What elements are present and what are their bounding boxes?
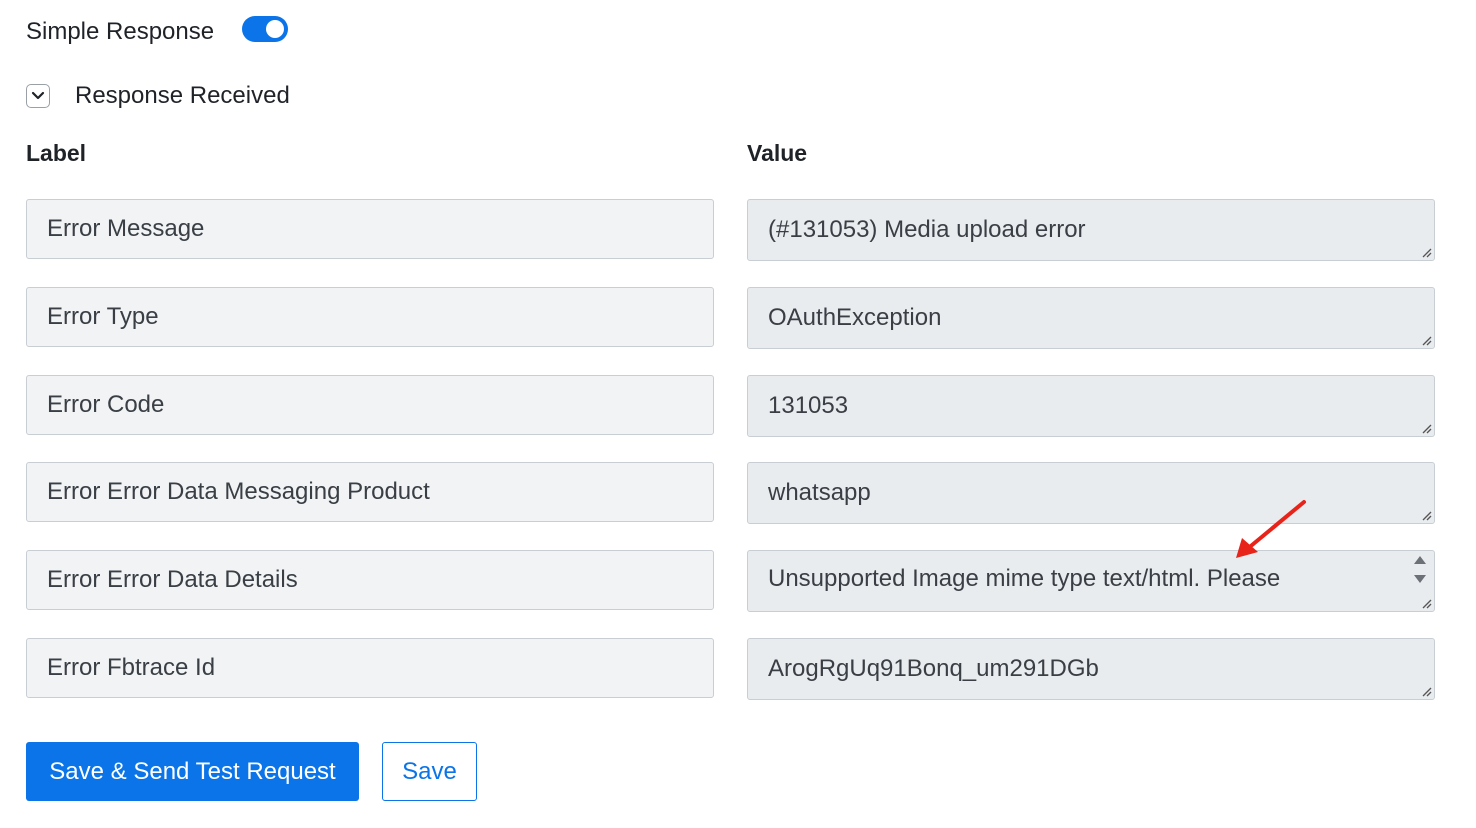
row-label-error-details[interactable]: Error Error Data Details [26,550,714,610]
row-label-error-type[interactable]: Error Type [26,287,714,347]
resize-handle-icon[interactable] [1420,246,1432,258]
row-label-messaging-product[interactable]: Error Error Data Messaging Product [26,462,714,522]
value-column-header: Value [747,140,808,166]
row-value-error-type[interactable]: OAuthException [747,287,1435,349]
red-arrow-icon [1236,500,1306,558]
response-received-header[interactable]: Response Received [26,80,290,112]
resize-handle-icon[interactable] [1420,334,1432,346]
resize-handle-icon[interactable] [1420,685,1432,697]
row-label-error-message[interactable]: Error Message [26,199,714,259]
row-value-text: ArogRgUq91Bonq_um291DGb [768,655,1099,682]
row-label-error-code[interactable]: Error Code [26,375,714,435]
row-value-fbtrace-id[interactable]: ArogRgUq91Bonq_um291DGb [747,638,1435,700]
row-value-text: OAuthException [768,304,942,331]
resize-handle-icon[interactable] [1420,509,1432,521]
row-label-text: Error Error Data Messaging Product [47,478,430,505]
row-label-text: Error Fbtrace Id [47,654,216,681]
simple-response-label: Simple Response [26,18,215,45]
resize-handle-icon[interactable] [1420,597,1432,609]
row-value-text: whatsapp [768,479,871,506]
chevron-down-icon[interactable] [26,84,50,108]
textarea-scrollbar[interactable] [1412,553,1428,589]
simple-response-toggle[interactable] [242,16,288,42]
row-value-text: 131053 [768,392,849,419]
row-label-text: Error Error Data Details [47,566,298,593]
row-value-messaging-product[interactable]: whatsapp [747,462,1435,524]
row-value-text: (#131053) Media upload error [768,216,1086,243]
row-value-error-message[interactable]: (#131053) Media upload error [747,199,1435,261]
row-value-error-code[interactable]: 131053 [747,375,1435,437]
save-and-send-test-request-button[interactable]: Save & Send Test Request [26,742,359,801]
row-label-text: Error Message [47,215,205,242]
save-button[interactable]: Save [382,742,477,801]
row-label-text: Error Type [47,303,159,330]
label-column-header: Label [26,140,87,166]
toggle-knob [266,20,284,38]
response-panel: Simple Response Response Received Label … [0,0,1476,828]
response-received-title: Response Received [75,82,290,109]
resize-handle-icon[interactable] [1420,422,1432,434]
row-value-error-details[interactable]: Unsupported Image mime type text/html. P… [747,550,1435,612]
row-label-fbtrace-id[interactable]: Error Fbtrace Id [26,638,714,698]
row-value-text: Unsupported Image mime type text/html. P… [768,565,1281,592]
simple-response-row: Simple Response [26,14,288,50]
row-label-text: Error Code [47,391,165,418]
